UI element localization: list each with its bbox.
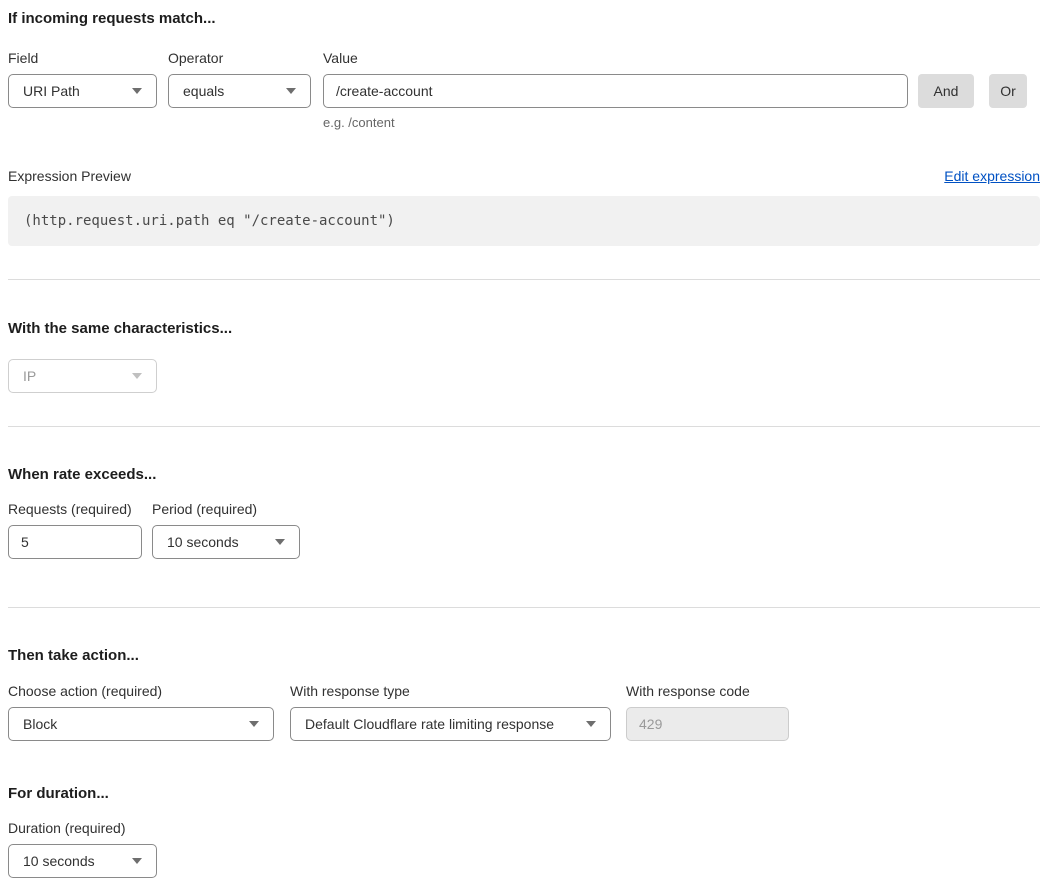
action-select-value: Block xyxy=(23,716,57,732)
expression-preview-box: (http.request.uri.path eq "/create-accou… xyxy=(8,196,1040,246)
match-section-heading: If incoming requests match... xyxy=(8,9,1040,28)
response-type-select-value: Default Cloudflare rate limiting respons… xyxy=(305,716,554,732)
response-code-input xyxy=(626,707,789,741)
period-select[interactable]: 10 seconds xyxy=(152,525,300,559)
action-section-heading: Then take action... xyxy=(8,646,1040,665)
period-label: Period (required) xyxy=(152,500,300,519)
expression-preview-header: Expression Preview Edit expression xyxy=(8,167,1040,186)
rate-section-heading: When rate exceeds... xyxy=(8,465,1040,484)
duration-section-heading: For duration... xyxy=(8,784,1040,803)
operator-select-value: equals xyxy=(183,83,224,99)
requests-input[interactable] xyxy=(8,525,142,559)
rate-row: Requests (required) Period (required) 10… xyxy=(8,500,1040,559)
field-select[interactable]: URI Path xyxy=(8,74,157,108)
duration-row: Duration (required) 10 seconds xyxy=(8,819,1040,878)
operator-select[interactable]: equals xyxy=(168,74,311,108)
section-divider xyxy=(8,607,1040,608)
period-select-value: 10 seconds xyxy=(167,534,239,550)
response-code-label: With response code xyxy=(626,682,789,701)
operator-label: Operator xyxy=(168,49,311,68)
duration-label: Duration (required) xyxy=(8,819,157,838)
chevron-down-icon xyxy=(275,539,285,545)
value-helper-text: e.g. /content xyxy=(323,115,908,130)
value-input[interactable] xyxy=(323,74,908,108)
chevron-down-icon xyxy=(586,721,596,727)
response-type-label: With response type xyxy=(290,682,611,701)
chevron-down-icon xyxy=(132,373,142,379)
duration-select-value: 10 seconds xyxy=(23,853,95,869)
edit-expression-link[interactable]: Edit expression xyxy=(944,168,1040,184)
expression-preview-label: Expression Preview xyxy=(8,167,131,186)
section-divider xyxy=(8,279,1040,280)
and-button[interactable]: And xyxy=(918,74,974,108)
section-divider xyxy=(8,426,1040,427)
rate-limiting-rule-form: If incoming requests match... Field URI … xyxy=(0,9,1048,878)
characteristic-select-value: IP xyxy=(23,368,36,384)
chevron-down-icon xyxy=(286,88,296,94)
chevron-down-icon xyxy=(249,721,259,727)
or-button[interactable]: Or xyxy=(989,74,1027,108)
chevron-down-icon xyxy=(132,88,142,94)
field-select-value: URI Path xyxy=(23,83,80,99)
match-condition-row: Field URI Path Operator equals Value e.g… xyxy=(8,49,1040,130)
response-type-select[interactable]: Default Cloudflare rate limiting respons… xyxy=(290,707,611,741)
choose-action-label: Choose action (required) xyxy=(8,682,274,701)
action-row: Choose action (required) Block With resp… xyxy=(8,682,1040,741)
field-label: Field xyxy=(8,49,157,68)
spacer xyxy=(989,49,1027,74)
value-label: Value xyxy=(323,49,908,68)
characteristic-select: IP xyxy=(8,359,157,393)
requests-label: Requests (required) xyxy=(8,500,142,519)
characteristics-section-heading: With the same characteristics... xyxy=(8,319,1040,338)
action-select[interactable]: Block xyxy=(8,707,274,741)
spacer xyxy=(918,49,989,74)
expression-preview-code: (http.request.uri.path eq "/create-accou… xyxy=(24,213,395,229)
characteristics-row: IP xyxy=(8,359,1040,393)
duration-select[interactable]: 10 seconds xyxy=(8,844,157,878)
chevron-down-icon xyxy=(132,858,142,864)
